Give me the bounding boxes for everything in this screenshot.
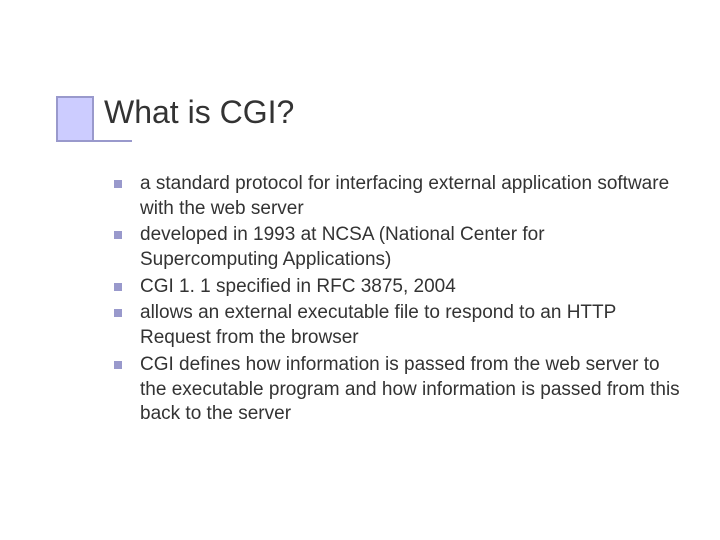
bullet-list: a standard protocol for interfacing exte… (110, 172, 680, 427)
slide: What is CGI? a standard protocol for int… (0, 0, 720, 540)
content-area: a standard protocol for interfacing exte… (110, 172, 680, 429)
bullet-square-icon (114, 180, 122, 188)
bullet-text: CGI 1. 1 specified in RFC 3875, 2004 (140, 276, 456, 297)
bullet-text: allows an external executable file to re… (140, 302, 616, 348)
bullet-square-icon (114, 283, 122, 291)
list-item: a standard protocol for interfacing exte… (110, 172, 680, 221)
list-item: CGI 1. 1 specified in RFC 3875, 2004 (110, 275, 680, 300)
slide-title: What is CGI? (104, 94, 294, 131)
list-item: developed in 1993 at NCSA (National Cent… (110, 223, 680, 272)
list-item: CGI defines how information is passed fr… (110, 353, 680, 427)
bullet-square-icon (114, 309, 122, 317)
bullet-text: developed in 1993 at NCSA (National Cent… (140, 224, 545, 270)
title-accent-box (56, 96, 94, 142)
bullet-text: CGI defines how information is passed fr… (140, 354, 680, 424)
bullet-square-icon (114, 361, 122, 369)
bullet-square-icon (114, 231, 122, 239)
bullet-text: a standard protocol for interfacing exte… (140, 173, 669, 219)
list-item: allows an external executable file to re… (110, 301, 680, 350)
